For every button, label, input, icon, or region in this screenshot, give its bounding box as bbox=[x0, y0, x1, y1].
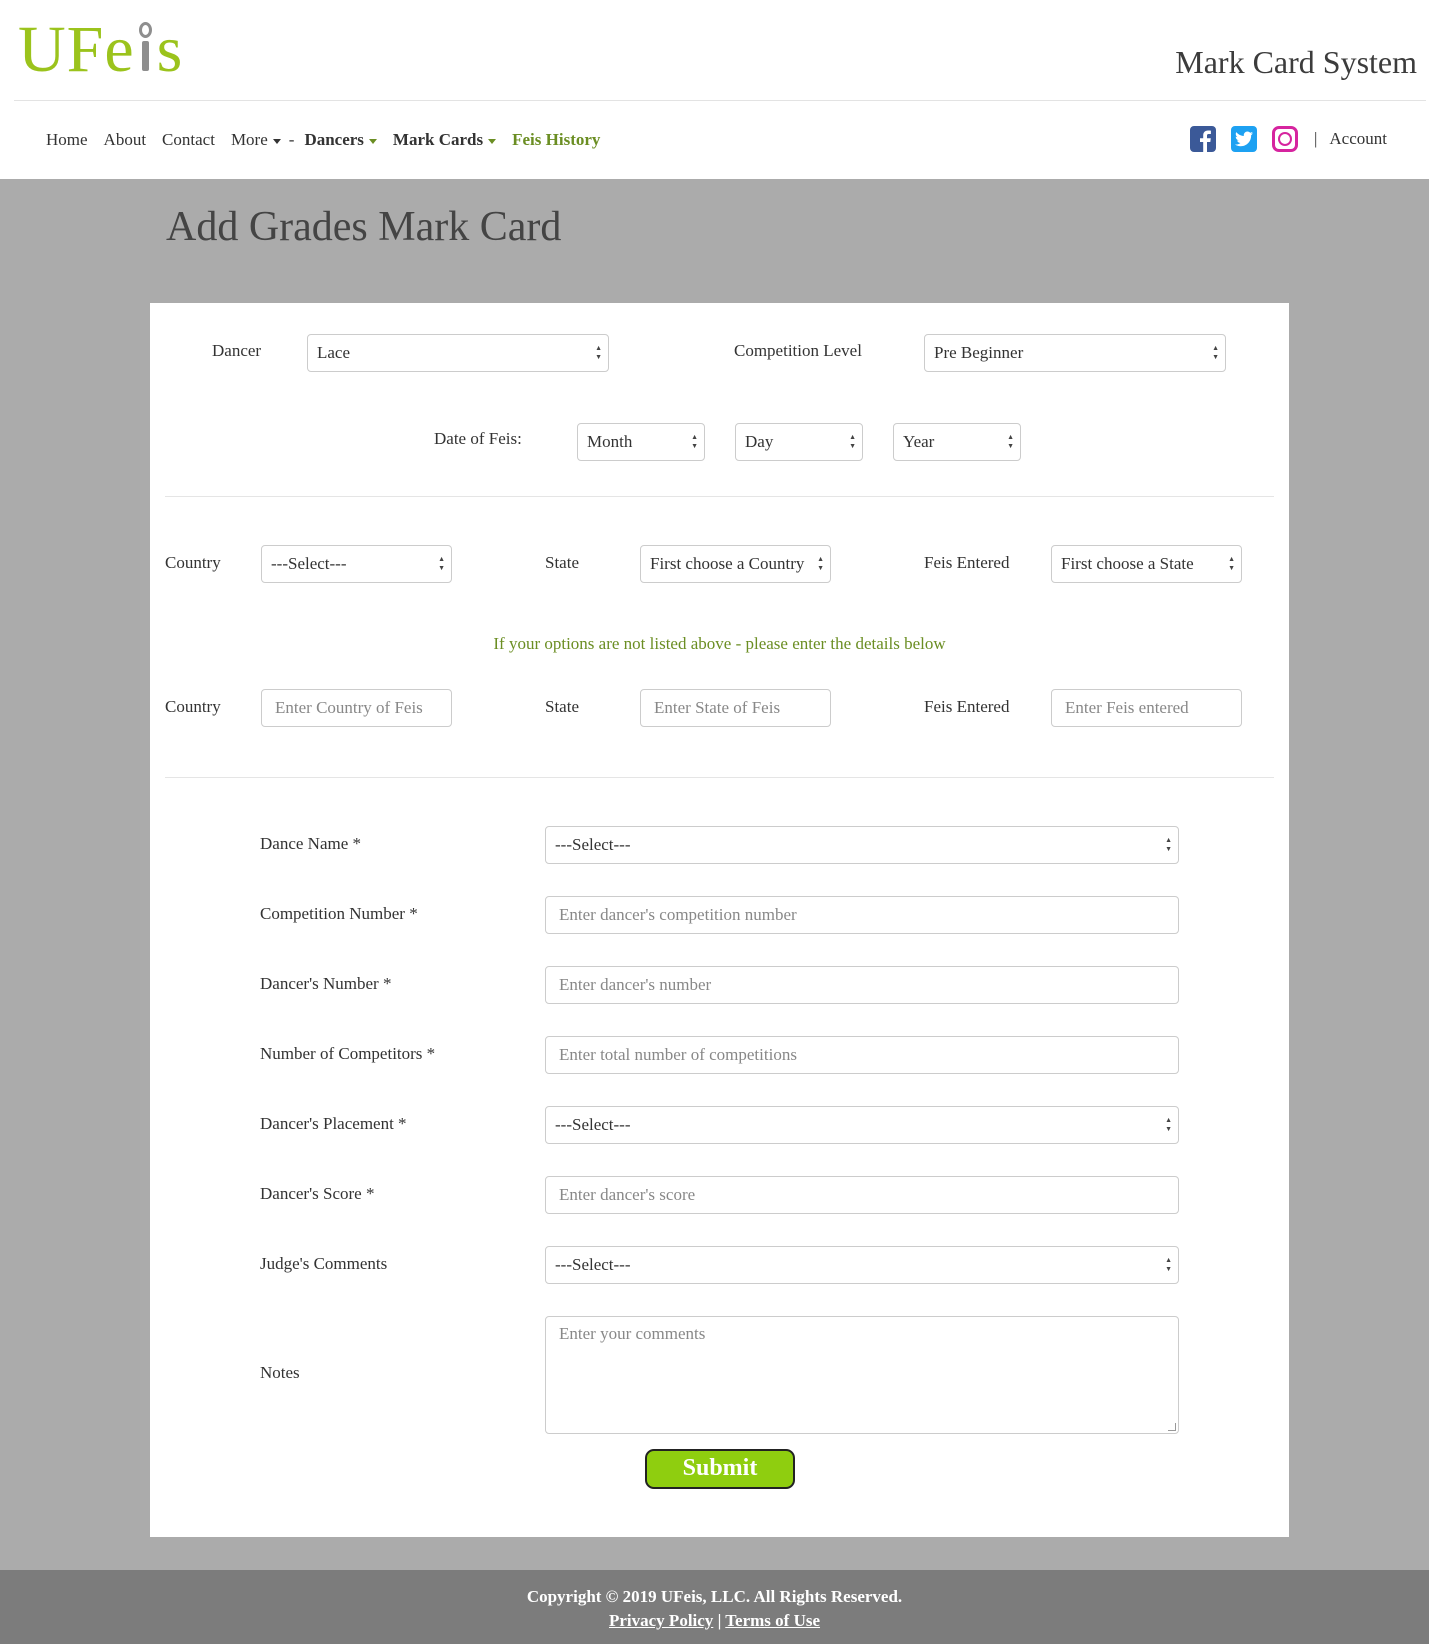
score-input[interactable]: Enter dancer's score bbox=[545, 1176, 1179, 1214]
privacy-policy-link[interactable]: Privacy Policy bbox=[609, 1611, 713, 1630]
feis-entered-manual-label: Feis Entered bbox=[924, 697, 1010, 716]
nav-mark-cards[interactable]: Mark Cards bbox=[392, 130, 497, 150]
country-manual-label: Country bbox=[165, 697, 221, 716]
notes-label: Notes bbox=[260, 1363, 300, 1382]
feis-entered-select[interactable]: First choose a State bbox=[1051, 545, 1242, 583]
nav-about[interactable]: About bbox=[104, 130, 147, 150]
judges-comments-select[interactable]: ---Select--- bbox=[545, 1246, 1179, 1284]
chevron-down-icon bbox=[368, 138, 377, 144]
nav-more[interactable]: More bbox=[231, 130, 281, 150]
judges-comments-label: Judge's Comments bbox=[260, 1254, 388, 1273]
placement-label: Dancer's Placement * bbox=[260, 1114, 407, 1133]
dance-name-label: Dance Name * bbox=[260, 834, 362, 853]
facebook-icon[interactable] bbox=[1190, 126, 1216, 152]
competition-number-input[interactable]: Enter dancer's competition number bbox=[545, 896, 1179, 934]
mark-card-form: Dancer Lace Competition Level Pre Beginn… bbox=[150, 303, 1289, 1537]
competition-level-label: Competition Level bbox=[734, 341, 862, 360]
logo-text-start: UFe bbox=[18, 13, 135, 86]
site-header: UFe s Mark Card System Home About Contact… bbox=[0, 0, 1429, 179]
nav-more-label: More bbox=[230, 130, 268, 149]
placement-select[interactable]: ---Select--- bbox=[545, 1106, 1179, 1144]
account-link[interactable]: Account bbox=[1329, 129, 1387, 149]
dancer-i-icon bbox=[135, 19, 157, 71]
feis-entered-label: Feis Entered bbox=[924, 553, 1010, 572]
month-select[interactable]: Month bbox=[577, 423, 705, 461]
section-divider bbox=[165, 777, 1274, 778]
nav-contact[interactable]: Contact bbox=[162, 130, 215, 150]
system-title: Mark Card System bbox=[1175, 44, 1417, 80]
footer-links: Privacy Policy | Terms of Use bbox=[0, 1611, 1429, 1631]
logo-text-end: s bbox=[156, 13, 184, 86]
dancer-number-label: Dancer's Number * bbox=[260, 974, 392, 993]
footer-link-separator: | bbox=[717, 1611, 722, 1630]
nav-home[interactable]: Home bbox=[46, 130, 88, 150]
social-divider: | bbox=[1314, 129, 1318, 148]
submit-button[interactable]: Submit bbox=[645, 1449, 795, 1489]
state-manual-label: State bbox=[545, 697, 579, 716]
nav-separator: - bbox=[288, 130, 295, 149]
dancer-label: Dancer bbox=[212, 341, 262, 360]
country-label: Country bbox=[165, 553, 221, 572]
state-input[interactable]: Enter State of Feis bbox=[640, 689, 831, 727]
country-input[interactable]: Enter Country of Feis bbox=[261, 689, 452, 727]
page-title: Add Grades Mark Card bbox=[166, 204, 562, 250]
number-of-competitors-label: Number of Competitors * bbox=[260, 1044, 436, 1063]
state-label: State bbox=[545, 553, 579, 572]
site-footer: Copyright © 2019 UFeis, LLC. All Rights … bbox=[0, 1570, 1429, 1644]
section-divider bbox=[165, 496, 1274, 497]
chevron-down-icon bbox=[488, 138, 497, 144]
year-select[interactable]: Year bbox=[893, 423, 1021, 461]
competition-level-select[interactable]: Pre Beginner bbox=[924, 334, 1226, 372]
terms-of-use-link[interactable]: Terms of Use bbox=[725, 1611, 820, 1630]
notes-textarea[interactable]: Enter your comments bbox=[545, 1316, 1179, 1434]
date-of-feis-label: Date of Feis: bbox=[434, 429, 522, 448]
number-of-competitors-input[interactable]: Enter total number of competitions bbox=[545, 1036, 1179, 1074]
notes-placeholder: Enter your comments bbox=[559, 1324, 706, 1343]
state-select[interactable]: First choose a Country bbox=[640, 545, 831, 583]
score-label: Dancer's Score * bbox=[260, 1184, 375, 1203]
day-select[interactable]: Day bbox=[735, 423, 863, 461]
nav-dancers[interactable]: Dancers bbox=[304, 130, 377, 150]
nav-feis-history[interactable]: Feis History bbox=[512, 130, 600, 150]
nav-mark-cards-label: Mark Cards bbox=[392, 130, 484, 149]
main-nav: Home About Contact More - Dancers Mark C… bbox=[46, 130, 616, 150]
chevron-down-icon bbox=[272, 138, 281, 144]
dancer-select[interactable]: Lace bbox=[307, 334, 609, 372]
ufeis-logo[interactable]: UFe s bbox=[18, 12, 183, 88]
instagram-icon[interactable] bbox=[1272, 126, 1298, 152]
social-links: | Account bbox=[1175, 126, 1387, 152]
resize-handle-icon[interactable] bbox=[1168, 1423, 1176, 1431]
dancer-number-input[interactable]: Enter dancer's number bbox=[545, 966, 1179, 1004]
header-divider bbox=[14, 100, 1426, 101]
nav-dancers-label: Dancers bbox=[304, 130, 364, 149]
copyright-text: Copyright © 2019 UFeis, LLC. All Rights … bbox=[526, 1587, 903, 1606]
feis-entered-input[interactable]: Enter Feis entered bbox=[1051, 689, 1242, 727]
competition-number-label: Competition Number * bbox=[260, 904, 418, 923]
twitter-icon[interactable] bbox=[1231, 126, 1257, 152]
manual-entry-hint: If your options are not listed above - p… bbox=[493, 634, 946, 653]
dance-name-select[interactable]: ---Select--- bbox=[545, 826, 1179, 864]
country-select[interactable]: ---Select--- bbox=[261, 545, 452, 583]
